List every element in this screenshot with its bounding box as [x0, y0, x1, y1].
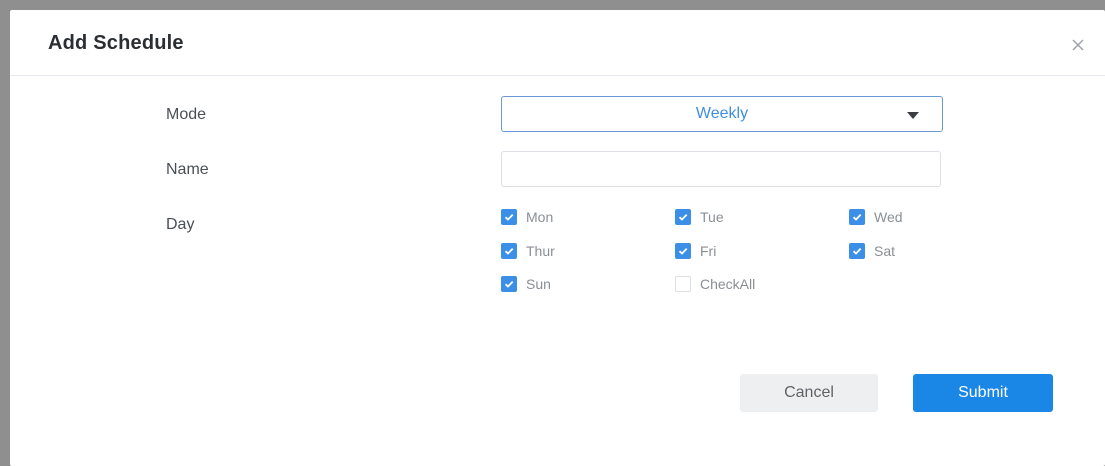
mode-label: Mode	[166, 106, 207, 123]
day-checkbox-label: Mon	[526, 209, 554, 225]
dialog-title: Add Schedule	[48, 32, 184, 54]
dialog-header: Add Schedule	[10, 10, 1105, 76]
day-checkbox-sun[interactable]: Sun	[501, 275, 551, 293]
add-schedule-dialog: Add Schedule Mode Weekly Name Day Mon Tu…	[10, 10, 1105, 466]
day-checkbox-sat[interactable]: Sat	[849, 242, 895, 260]
day-checkbox-label: Sun	[526, 276, 551, 292]
checkbox-checked-icon	[501, 209, 517, 225]
day-checkbox-label: Fri	[700, 243, 717, 259]
day-checkbox-mon[interactable]: Mon	[501, 208, 553, 226]
name-input[interactable]	[501, 151, 941, 187]
checkbox-checked-icon	[501, 276, 517, 292]
day-checkbox-wed[interactable]: Wed	[849, 208, 903, 226]
mode-select-value: Weekly	[695, 105, 749, 122]
cancel-button[interactable]: Cancel	[740, 374, 878, 412]
day-checkbox-label: CheckAll	[700, 276, 756, 292]
caret-down-icon	[907, 112, 919, 119]
day-checkbox-checkall[interactable]: CheckAll	[675, 275, 755, 293]
checkbox-checked-icon	[849, 243, 865, 259]
day-checkbox-label: Sat	[874, 243, 896, 259]
checkbox-checked-icon	[501, 243, 517, 259]
checkbox-checked-icon	[849, 209, 865, 225]
close-icon[interactable]	[1070, 37, 1086, 53]
day-label: Day	[166, 216, 195, 233]
day-checkbox-label: Tue	[700, 209, 724, 225]
submit-button[interactable]: Submit	[913, 374, 1053, 412]
mode-select[interactable]: Weekly	[501, 96, 943, 132]
day-checkbox-label: Thur	[526, 243, 555, 259]
day-checkbox-fri[interactable]: Fri	[675, 242, 716, 260]
day-checkbox-thur[interactable]: Thur	[501, 242, 555, 260]
checkbox-checked-icon	[675, 209, 691, 225]
checkbox-unchecked-icon	[675, 276, 691, 292]
checkbox-checked-icon	[675, 243, 691, 259]
name-label: Name	[166, 161, 209, 178]
day-checkbox-label: Wed	[874, 209, 903, 225]
day-checkbox-tue[interactable]: Tue	[675, 208, 724, 226]
